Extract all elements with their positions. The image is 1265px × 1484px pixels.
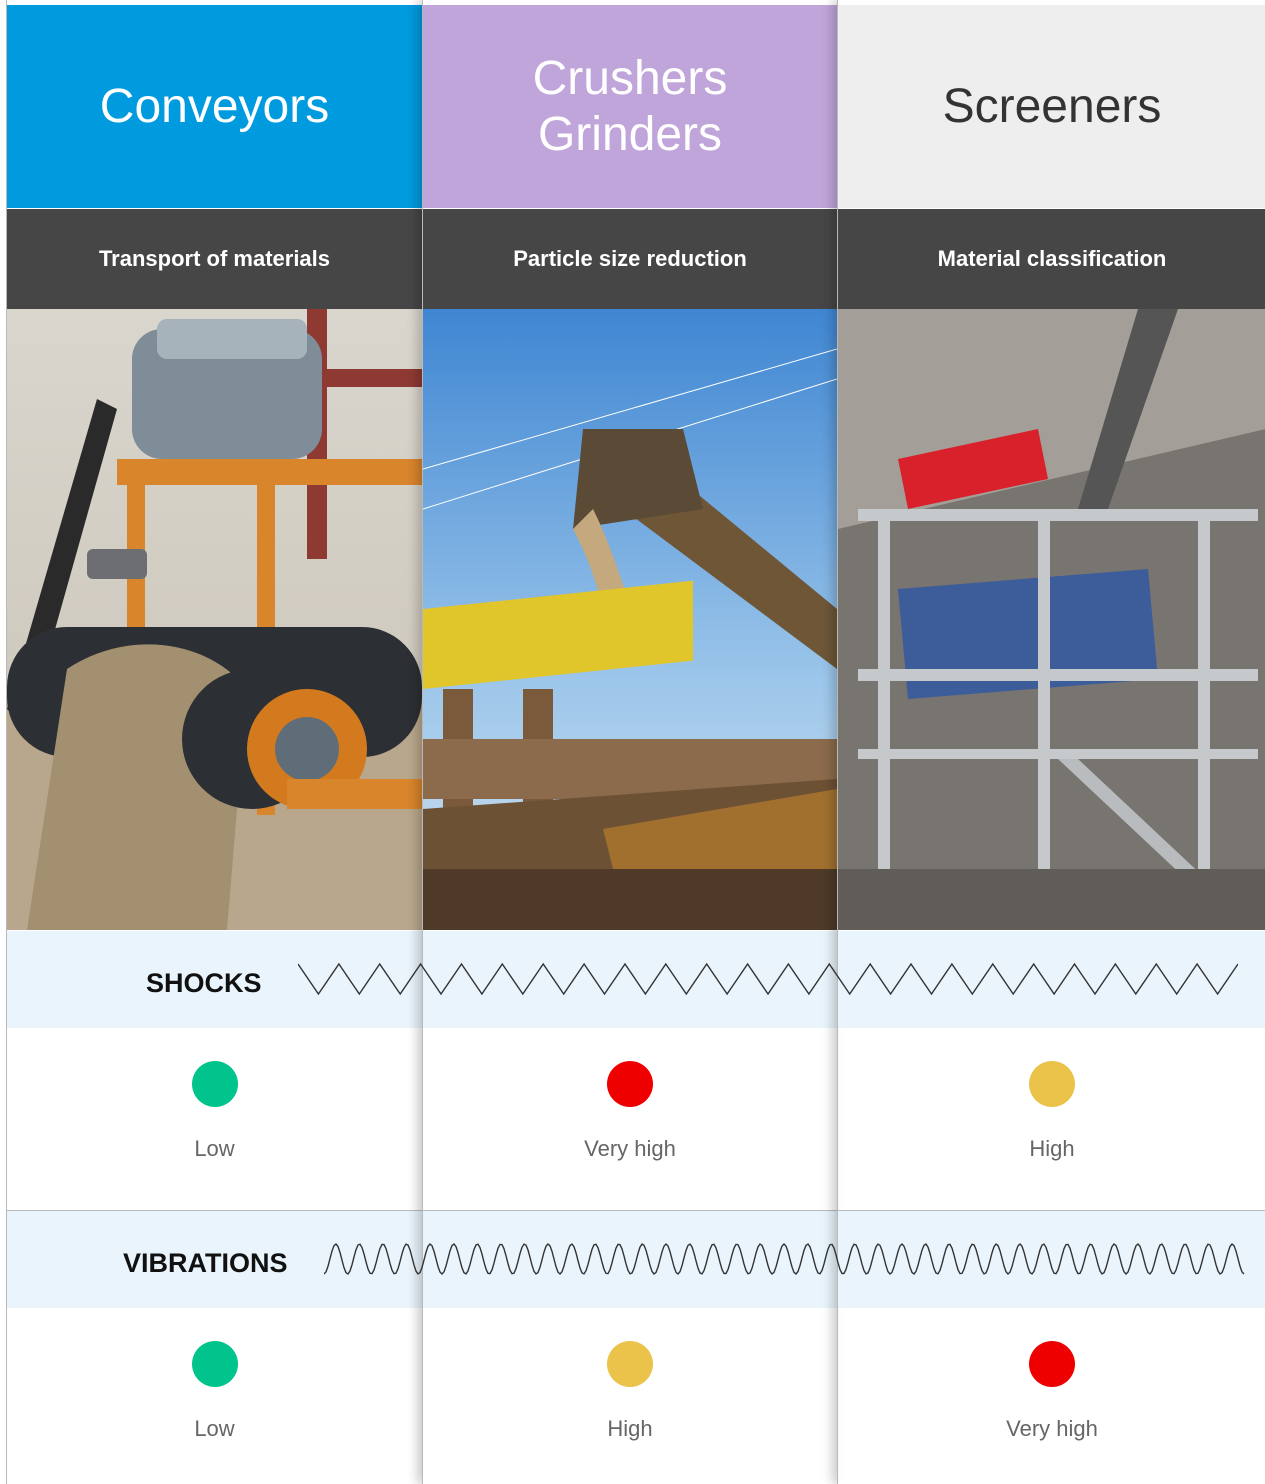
shock-level-text: High <box>1029 1136 1075 1161</box>
vibration-level-text: High <box>607 1416 653 1441</box>
column-title-line: Crushers <box>532 51 728 105</box>
shocks-label: SHOCKS <box>146 968 262 998</box>
vibration-level-text: Low <box>194 1416 235 1441</box>
column-title-line: Screeners <box>942 79 1162 133</box>
vibration-level-text: Very high <box>1006 1416 1098 1441</box>
column-header-conveyors: Conveyors <box>7 5 422 208</box>
zigzag-wave-icon <box>298 962 1238 996</box>
vibrations-cell: Very high <box>838 1309 1265 1484</box>
column-subtitle: Material classification <box>838 209 1265 309</box>
vibration-level-indicator <box>607 1341 653 1387</box>
shock-level-indicator <box>1029 1061 1075 1107</box>
shock-level-indicator <box>607 1061 653 1107</box>
shocks-cell: High <box>838 1029 1265 1211</box>
conveyor-belt-photo <box>7 309 422 930</box>
vibrations-cell: Low <box>7 1309 422 1484</box>
column-subtitle: Particle size reduction <box>423 209 837 309</box>
crusher-photo <box>423 309 837 930</box>
shock-level-indicator <box>191 1061 238 1107</box>
screener-photo <box>838 309 1265 930</box>
sine-wave-icon <box>324 1242 1245 1276</box>
column-header-crushers: Crushers Grinders <box>423 5 837 208</box>
vibrations-cell: High <box>423 1309 837 1484</box>
crusher-illustration <box>423 309 837 930</box>
column-title-line: Grinders <box>537 107 723 161</box>
column-header-screeners: Screeners <box>838 5 1265 208</box>
vibration-level-indicator <box>1029 1341 1075 1387</box>
screener-illustration <box>838 309 1265 930</box>
shock-level-text: Low <box>194 1136 235 1161</box>
shock-level-text: Very high <box>584 1136 676 1161</box>
shocks-cell: Low <box>7 1029 422 1211</box>
vibrations-label: VIBRATIONS <box>123 1248 288 1278</box>
column-title-line: Conveyors <box>99 79 330 133</box>
column-subtitle: Transport of materials <box>7 209 422 309</box>
conveyor-belt-illustration <box>7 309 422 930</box>
shocks-cell: Very high <box>423 1029 837 1211</box>
vibration-level-indicator <box>191 1341 238 1387</box>
